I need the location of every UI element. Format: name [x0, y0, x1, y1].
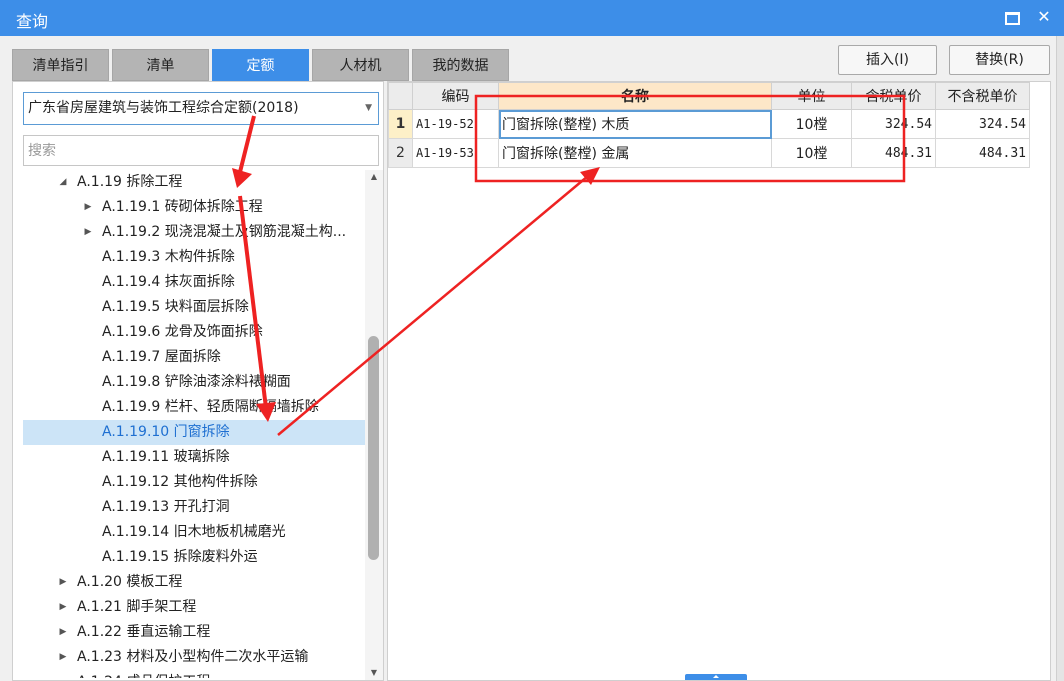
- cell-price-tax[interactable]: 484.31: [851, 138, 936, 168]
- search-input[interactable]: [23, 135, 379, 166]
- tree-item[interactable]: A.1.19.3 木构件拆除: [23, 245, 365, 270]
- row-number: 2: [388, 138, 413, 168]
- tree-item-label: A.1.19 拆除工程: [77, 174, 183, 190]
- panel-splitter-grip[interactable]: [685, 674, 747, 680]
- tree-item[interactable]: ▶ A.1.19.2 现浇混凝土及钢筋混凝土构...: [23, 220, 365, 245]
- row-number: 1: [388, 109, 413, 139]
- tab-my-data[interactable]: 我的数据: [412, 49, 509, 81]
- tree-item-label: A.1.20 模板工程: [77, 574, 183, 590]
- quota-library-select[interactable]: 广东省房屋建筑与装饰工程综合定额(2018) ▼: [23, 92, 379, 125]
- tab-labor-material-machine[interactable]: 人材机: [312, 49, 409, 81]
- cell-unit[interactable]: 10樘: [771, 138, 852, 168]
- tree-item-label: A.1.24 成品保护工程: [77, 670, 210, 678]
- tree-item-label: A.1.19.4 抹灰面拆除: [102, 274, 235, 290]
- chevron-down-icon: ▼: [365, 103, 372, 113]
- tree-item-label: A.1.19.5 块料面层拆除: [102, 299, 249, 315]
- dialog-body: 清单指引 清单 定额 人材机 我的数据 插入(I) 替换(R) 广东省房屋建筑与…: [0, 36, 1064, 681]
- cell-price-tax[interactable]: 324.54: [851, 109, 936, 139]
- insert-button[interactable]: 插入(I): [838, 45, 937, 75]
- cell-code[interactable]: A1-19-52: [412, 109, 499, 139]
- tab-bill-guide[interactable]: 清单指引: [12, 49, 109, 81]
- header-price-tax[interactable]: 含税单价: [851, 82, 936, 110]
- tree-item[interactable]: ▶ A.1.20 模板工程: [23, 570, 365, 595]
- header-price-notax[interactable]: 不含税单价: [935, 82, 1030, 110]
- tree-item-label: A.1.22 垂直运输工程: [77, 624, 211, 640]
- scroll-down-icon[interactable]: ▼: [365, 666, 383, 680]
- triangle-right-icon[interactable]: ▶: [57, 620, 69, 645]
- tree-item[interactable]: A.1.19.14 旧木地板机械磨光: [23, 520, 365, 545]
- triangle-right-icon[interactable]: ▶: [82, 220, 94, 245]
- tree-item[interactable]: ◢ A.1.19 拆除工程: [23, 170, 365, 195]
- tree-item[interactable]: A.1.19.13 开孔打洞: [23, 495, 365, 520]
- cell-price-notax[interactable]: 484.31: [935, 138, 1030, 168]
- tree-item[interactable]: A.1.19.11 玻璃拆除: [23, 445, 365, 470]
- tree-item[interactable]: A.1.19.7 屋面拆除: [23, 345, 365, 370]
- results-table: 编码 名称 单位 含税单价 不含税单价 1 A1-19-52 门窗拆除(整樘) …: [388, 82, 1030, 168]
- tree-item[interactable]: A.1.19.5 块料面层拆除: [23, 295, 365, 320]
- quota-library-value: 广东省房屋建筑与装饰工程综合定额(2018): [28, 100, 299, 116]
- window-edge: [1056, 36, 1064, 681]
- tree-item-label: A.1.19.14 旧木地板机械磨光: [102, 524, 286, 540]
- tree-item[interactable]: A.1.19.4 抹灰面拆除: [23, 270, 365, 295]
- tab-bill[interactable]: 清单: [112, 49, 209, 81]
- header-rownum: [388, 82, 413, 110]
- table-row[interactable]: 1 A1-19-52 门窗拆除(整樘) 木质 10樘 324.54 324.54: [388, 109, 1030, 139]
- triangle-right-icon[interactable]: ▶: [57, 595, 69, 620]
- quota-tree-panel: 广东省房屋建筑与装饰工程综合定额(2018) ▼ ◢ A.1.19 拆除工程 ▶ A.…: [12, 81, 384, 681]
- tree-item[interactable]: A.1.19.10 门窗拆除: [23, 420, 365, 445]
- tree-item[interactable]: A.1.19.15 拆除废料外运: [23, 545, 365, 570]
- tree-item[interactable]: ▶ A.1.23 材料及小型构件二次水平运输: [23, 645, 365, 670]
- tree-item[interactable]: A.1.19.6 龙骨及饰面拆除: [23, 320, 365, 345]
- tree-item-label: A.1.19.10 门窗拆除: [102, 424, 230, 440]
- tree-item-label: A.1.19.11 玻璃拆除: [102, 449, 230, 465]
- triangle-down-icon[interactable]: ◢: [57, 170, 69, 195]
- replace-button[interactable]: 替换(R): [949, 45, 1050, 75]
- tree-item[interactable]: ▶ A.1.19.1 砖砌体拆除工程: [23, 195, 365, 220]
- title-bar: 查询 ✕: [0, 0, 1064, 36]
- triangle-right-icon[interactable]: ▶: [57, 570, 69, 595]
- tree-item-label: A.1.19.8 铲除油漆涂料裱糊面: [102, 374, 291, 390]
- quota-tree: ◢ A.1.19 拆除工程 ▶ A.1.19.1 砖砌体拆除工程 ▶ A.1.19.2 现…: [13, 170, 365, 678]
- tree-item[interactable]: ▶ A.1.22 垂直运输工程: [23, 620, 365, 645]
- triangle-right-icon[interactable]: ▶: [82, 195, 94, 220]
- tree-item-label: A.1.19.9 栏杆、轻质隔断隔墙拆除: [102, 399, 319, 415]
- scroll-up-icon[interactable]: ▲: [365, 170, 383, 184]
- tree-item[interactable]: ▶ A.1.24 成品保护工程: [23, 670, 365, 678]
- tree-item-label: A.1.19.2 现浇混凝土及钢筋混凝土构...: [102, 224, 347, 240]
- cell-name[interactable]: 门窗拆除(整樘) 金属: [498, 138, 772, 168]
- tree-item-label: A.1.19.15 拆除废料外运: [102, 549, 258, 565]
- header-code[interactable]: 编码: [412, 82, 499, 110]
- close-icon[interactable]: ✕: [1034, 7, 1054, 27]
- tree-item-label: A.1.19.6 龙骨及饰面拆除: [102, 324, 263, 340]
- tree-scrollbar[interactable]: ▲ ▼: [365, 170, 383, 680]
- cell-name[interactable]: 门窗拆除(整樘) 木质: [498, 109, 772, 139]
- window-title: 查询: [16, 12, 49, 31]
- triangle-right-icon[interactable]: ▶: [57, 670, 69, 678]
- tree-item-label: A.1.19.1 砖砌体拆除工程: [102, 199, 263, 215]
- tree-item[interactable]: ▶ A.1.21 脚手架工程: [23, 595, 365, 620]
- tab-quota[interactable]: 定额: [212, 49, 309, 81]
- tree-item[interactable]: A.1.19.12 其他构件拆除: [23, 470, 365, 495]
- scroll-thumb[interactable]: [368, 336, 379, 560]
- tree-item[interactable]: A.1.19.9 栏杆、轻质隔断隔墙拆除: [23, 395, 365, 420]
- header-unit[interactable]: 单位: [771, 82, 852, 110]
- tree-item-label: A.1.19.3 木构件拆除: [102, 249, 235, 265]
- cell-price-notax[interactable]: 324.54: [935, 109, 1030, 139]
- tree-item-label: A.1.21 脚手架工程: [77, 599, 197, 615]
- table-header: 编码 名称 单位 含税单价 不含税单价: [388, 82, 1030, 110]
- quota-results-panel: 编码 名称 单位 含税单价 不含税单价 1 A1-19-52 门窗拆除(整樘) …: [387, 81, 1051, 681]
- tree-item-label: A.1.23 材料及小型构件二次水平运输: [77, 649, 309, 665]
- tree-item-label: A.1.19.7 屋面拆除: [102, 349, 221, 365]
- cell-code[interactable]: A1-19-53: [412, 138, 499, 168]
- tree-item[interactable]: A.1.19.8 铲除油漆涂料裱糊面: [23, 370, 365, 395]
- tree-item-label: A.1.19.13 开孔打洞: [102, 499, 230, 515]
- table-row[interactable]: 2 A1-19-53 门窗拆除(整樘) 金属 10樘 484.31 484.31: [388, 138, 1030, 168]
- cell-unit[interactable]: 10樘: [771, 109, 852, 139]
- header-name[interactable]: 名称: [498, 82, 772, 110]
- maximize-icon[interactable]: [1002, 7, 1022, 27]
- tree-item-label: A.1.19.12 其他构件拆除: [102, 474, 258, 490]
- triangle-right-icon[interactable]: ▶: [57, 645, 69, 670]
